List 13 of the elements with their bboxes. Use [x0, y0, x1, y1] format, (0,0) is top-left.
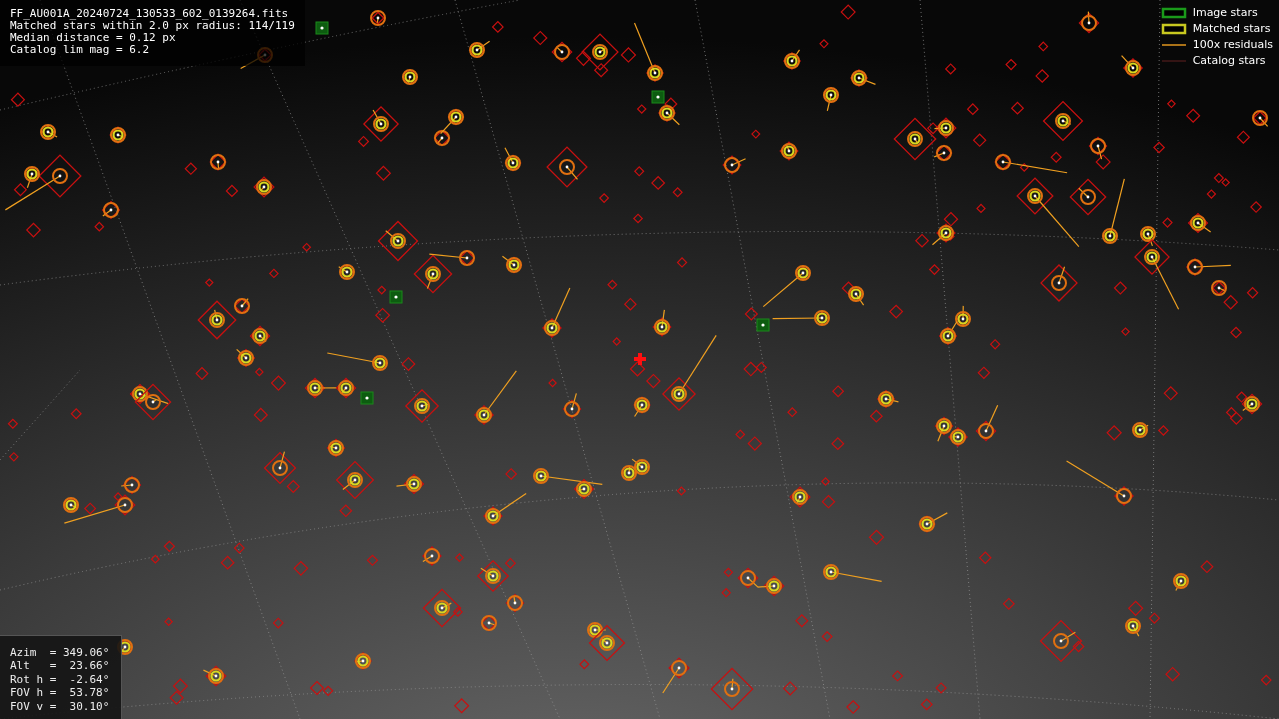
pointing-line: FOV v = 30.10° — [10, 699, 110, 713]
pointing-line: Rot h = -2.64° — [10, 672, 110, 686]
pointing-line: FOV h = 53.78° — [10, 686, 110, 700]
info-line: Catalog lim mag = 6.2 — [10, 44, 151, 56]
legend-label: 100x residuals — [1192, 38, 1273, 52]
pointing-line: Azim = 349.06° — [10, 645, 110, 659]
pointing-line: Alt = 23.66° — [10, 659, 110, 673]
legend-label: Matched stars — [1192, 22, 1271, 36]
info-line: Median distance = 0.12 px — [10, 32, 177, 44]
info-line: FF_AU001A_20240724_130533_602_0139264.fits — [10, 8, 290, 20]
legend-label: Catalog stars — [1192, 54, 1266, 68]
info-line: Matched stars within 2.0 px radius: 114/119 — [10, 20, 295, 32]
legend-label: Image stars — [1192, 6, 1258, 20]
